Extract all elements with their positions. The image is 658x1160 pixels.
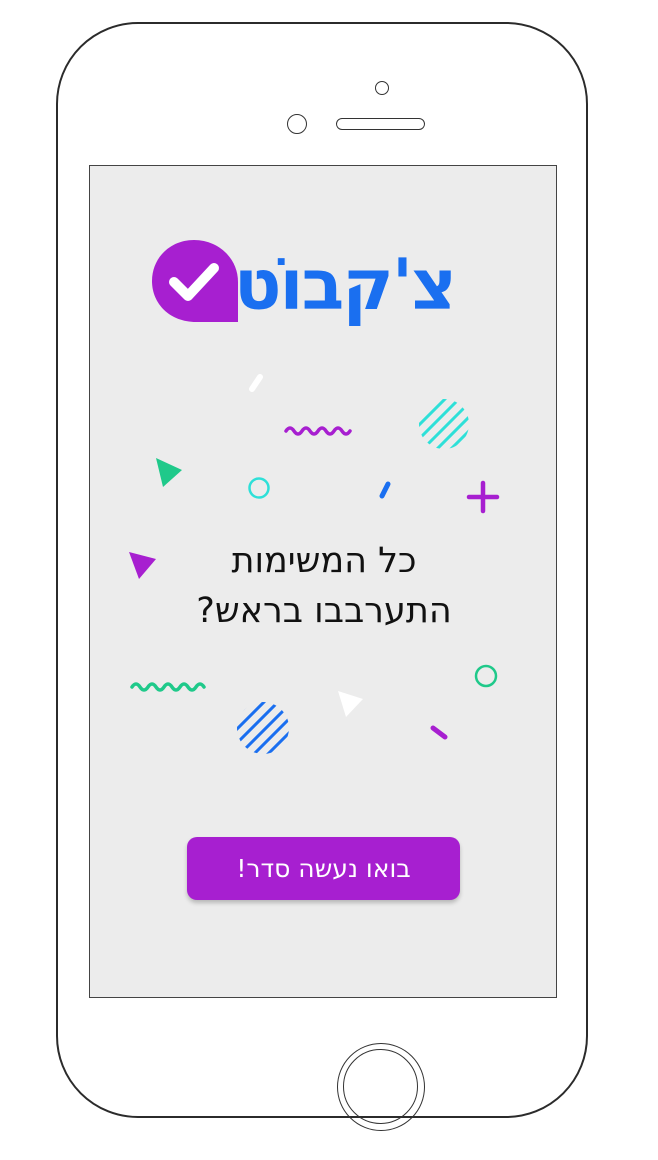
check-badge-icon	[152, 240, 238, 322]
get-started-button[interactable]: בואו נעשה סדר!	[187, 837, 460, 900]
home-button[interactable]	[337, 1043, 425, 1131]
app-screen: צ'קבוֹט כל המשימות התערבבו בראש? בואו נע…	[89, 165, 557, 998]
earpiece-speaker	[336, 118, 425, 130]
front-camera	[375, 81, 389, 95]
headline-line-1: כל המשימות	[231, 541, 417, 581]
headline-line-2: התערבבו בראש?	[196, 591, 452, 631]
proximity-sensor	[287, 114, 307, 134]
app-logo: צ'קבוֹט	[148, 234, 484, 344]
onboarding-headline: כל המשימות התערבבו בראש?	[90, 536, 556, 636]
logo-wordmark: צ'קבוֹט	[234, 244, 457, 326]
